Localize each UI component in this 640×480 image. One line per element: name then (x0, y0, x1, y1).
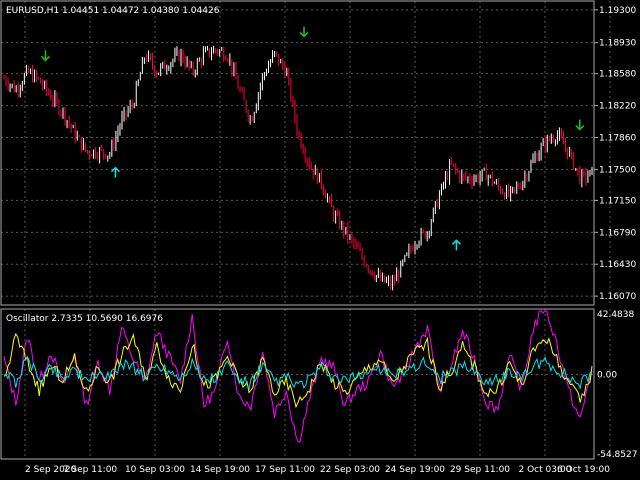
price-tick-label: 1.18930 (599, 39, 636, 49)
oscillator-tick-label: -54.8527 (597, 450, 637, 460)
price-tick-label: 1.18580 (599, 70, 636, 80)
time-tick-label: 22 Sep 03:00 (320, 465, 380, 475)
time-tick-label: 10 Sep 03:00 (125, 465, 185, 475)
chart-canvas: EURUSD,H1 1.04451 1.04472 1.04380 1.0442… (0, 0, 640, 480)
price-tick-label: 1.17500 (599, 165, 636, 175)
price-tick-label: 1.17860 (599, 133, 636, 143)
price-tick-label: 1.16430 (599, 260, 636, 270)
time-tick-label: 7 Sep 11:00 (63, 465, 118, 475)
oscillator-tick-label: 42.4838 (597, 310, 634, 320)
price-tick-label: 1.19300 (599, 6, 636, 16)
chart-bg (0, 0, 640, 480)
oscillator-title: Oscillator 2.7335 10.5690 16.6976 (6, 314, 163, 324)
oscillator-tick-label: 0.00 (597, 370, 617, 380)
price-tick-label: 1.16070 (599, 292, 636, 302)
price-tick-label: 1.17150 (599, 196, 636, 206)
price-tick-label: 1.16790 (599, 228, 636, 238)
time-tick-label: 17 Sep 11:00 (255, 465, 315, 475)
time-tick-label: 29 Sep 11:00 (450, 465, 510, 475)
time-tick-label: 14 Sep 19:00 (190, 465, 250, 475)
price-tick-label: 1.18220 (599, 102, 636, 112)
main-title: EURUSD,H1 1.04451 1.04472 1.04380 1.0442… (6, 6, 220, 16)
time-tick-label: 6 Oct 19:00 (557, 465, 610, 475)
time-tick-label: 24 Sep 19:00 (385, 465, 445, 475)
